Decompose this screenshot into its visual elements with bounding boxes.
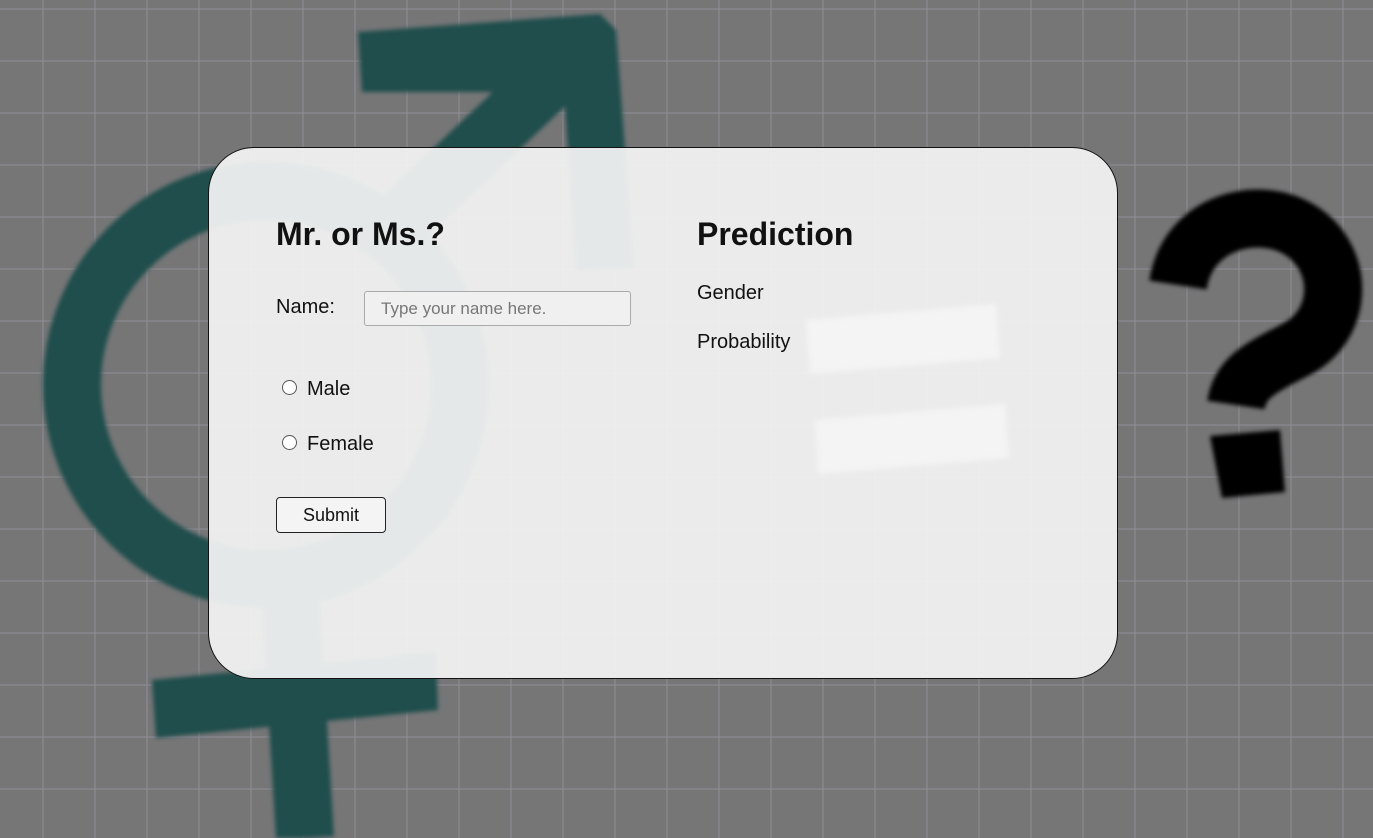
radio-button-male[interactable] <box>282 380 297 395</box>
probability-label: Probability <box>697 331 791 353</box>
radio-option-male[interactable]: Male <box>282 378 350 401</box>
form-title: Mr. or Ms.? <box>276 216 445 252</box>
gender-label: Gender <box>697 282 764 304</box>
submit-button[interactable]: Submit <box>276 497 386 533</box>
question-mark-icon <box>1149 189 1363 498</box>
name-label: Name: <box>276 296 335 318</box>
main-card: Mr. or Ms.? Name: Male Female Submit Pre… <box>208 147 1118 679</box>
radio-label-female[interactable]: Female <box>307 433 374 456</box>
name-input[interactable] <box>364 291 631 326</box>
radio-button-female[interactable] <box>282 435 297 450</box>
radio-label-male[interactable]: Male <box>307 378 350 401</box>
form-section: Mr. or Ms.? Name: Male Female Submit <box>276 148 656 678</box>
prediction-title: Prediction <box>697 216 854 252</box>
radio-option-female[interactable]: Female <box>282 433 374 456</box>
prediction-section: Prediction Gender Probability <box>697 148 1077 678</box>
